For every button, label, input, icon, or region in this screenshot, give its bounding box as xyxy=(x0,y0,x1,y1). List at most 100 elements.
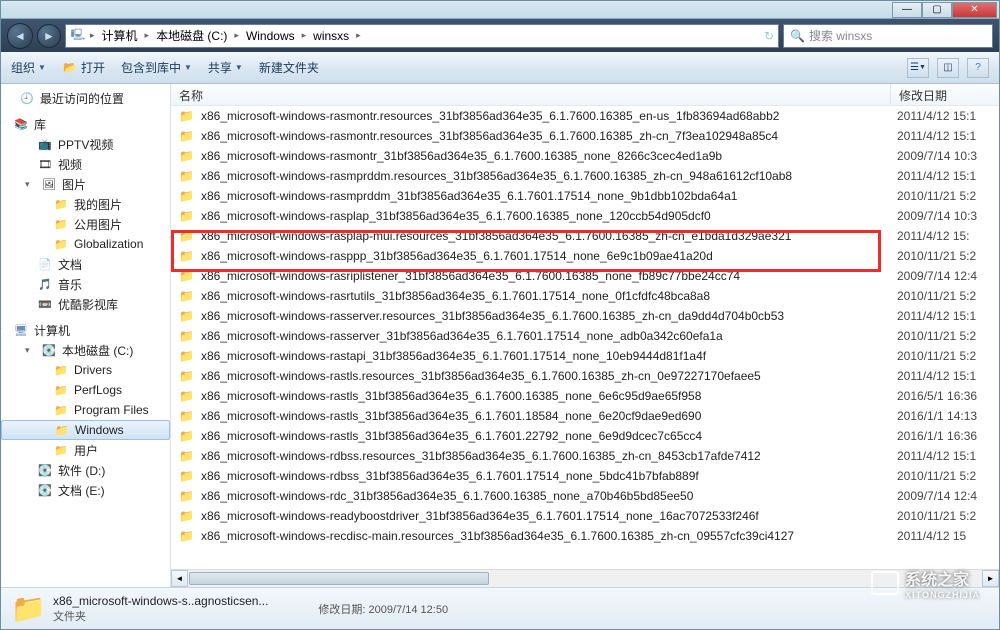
file-date: 2011/4/12 15:1 xyxy=(897,109,976,123)
nav-recent[interactable]: 🕘最近访问的位置 xyxy=(1,88,170,108)
file-row[interactable]: 📁x86_microsoft-windows-rasmontr.resource… xyxy=(171,126,999,146)
crumb-winsxs[interactable]: winsxs xyxy=(310,29,352,43)
videos-icon: 🎞 xyxy=(37,157,53,171)
file-row[interactable]: 📁x86_microsoft-windows-rasplap-mui.resou… xyxy=(171,226,999,246)
search-input[interactable]: 🔍 搜索 winsxs xyxy=(783,24,993,48)
nav-drivers[interactable]: 📁Drivers xyxy=(1,360,170,380)
nav-forward-button[interactable]: ► xyxy=(37,24,61,48)
recent-icon: 🕘 xyxy=(19,91,35,105)
status-mod-label: 修改日期: xyxy=(318,604,365,616)
pptv-icon: 📺 xyxy=(37,137,53,151)
file-row[interactable]: 📁x86_microsoft-windows-rasriplistener_31… xyxy=(171,266,999,286)
file-date: 2011/4/12 15:1 xyxy=(897,449,976,463)
crumb-windows[interactable]: Windows xyxy=(243,29,298,43)
nav-music[interactable]: 🎵音乐 xyxy=(1,274,170,294)
toolbar-newfolder[interactable]: 新建文件夹 xyxy=(259,59,319,76)
file-row[interactable]: 📁x86_microsoft-windows-rdbss.resources_3… xyxy=(171,446,999,466)
file-row[interactable]: 📁x86_microsoft-windows-readyboostdriver_… xyxy=(171,506,999,526)
file-name: x86_microsoft-windows-readyboostdriver_3… xyxy=(201,509,897,523)
file-row[interactable]: 📁x86_microsoft-windows-rasmontr_31bf3856… xyxy=(171,146,999,166)
music-icon: 🎵 xyxy=(37,277,53,291)
file-row[interactable]: 📁x86_microsoft-windows-rastapi_31bf3856a… xyxy=(171,346,999,366)
folder-icon: 📁 xyxy=(179,329,195,343)
column-name[interactable]: 名称 xyxy=(171,84,891,105)
maximize-button[interactable]: ▢ xyxy=(922,2,952,18)
file-date: 2010/11/21 5:2 xyxy=(897,189,976,203)
file-row[interactable]: 📁x86_microsoft-windows-rastls.resources_… xyxy=(171,366,999,386)
folder-icon: 📁 xyxy=(179,369,195,383)
breadcrumb[interactable]: 🖳 ▸ 计算机 ▸ 本地磁盘 (C:) ▸ Windows ▸ winsxs ▸… xyxy=(65,24,779,48)
nav-users[interactable]: 📁用户 xyxy=(1,440,170,460)
titlebar: — ▢ ✕ xyxy=(1,1,999,19)
toolbar-include[interactable]: 包含到库中▼ xyxy=(121,59,192,76)
nav-videos[interactable]: 🎞视频 xyxy=(1,154,170,174)
folder-icon: 📁 xyxy=(53,217,69,231)
nav-public-pictures[interactable]: 📁公用图片 xyxy=(1,214,170,234)
file-row[interactable]: 📁x86_microsoft-windows-rasrtutils_31bf38… xyxy=(171,286,999,306)
folder-icon: 📁 xyxy=(179,269,195,283)
file-row[interactable]: 📁x86_microsoft-windows-rdc_31bf3856ad364… xyxy=(171,486,999,506)
disk-icon: 💽 xyxy=(41,343,57,357)
folder-icon: 📁 xyxy=(53,237,69,251)
nav-perflogs[interactable]: 📁PerfLogs xyxy=(1,380,170,400)
column-date[interactable]: 修改日期 xyxy=(891,84,999,105)
scroll-thumb[interactable] xyxy=(189,572,489,585)
file-row[interactable]: 📁x86_microsoft-windows-rastls_31bf3856ad… xyxy=(171,386,999,406)
nav-documents[interactable]: 📄文档 xyxy=(1,254,170,274)
file-name: x86_microsoft-windows-rdbss_31bf3856ad36… xyxy=(201,469,897,483)
minimize-button[interactable]: — xyxy=(892,2,922,18)
file-row[interactable]: 📁x86_microsoft-windows-rasserver.resourc… xyxy=(171,306,999,326)
close-button[interactable]: ✕ xyxy=(952,2,997,18)
refresh-icon[interactable]: ↻ xyxy=(764,29,774,43)
file-name: x86_microsoft-windows-rdbss.resources_31… xyxy=(201,449,897,463)
toolbar-open[interactable]: 📂打开 xyxy=(62,59,105,76)
nav-local-c[interactable]: ▾💽本地磁盘 (C:) xyxy=(1,340,170,360)
toolbar-share[interactable]: 共享▼ xyxy=(208,59,243,76)
nav-soft-d[interactable]: 💽软件 (D:) xyxy=(1,460,170,480)
nav-windows[interactable]: 📁Windows xyxy=(1,420,170,440)
nav-program-files[interactable]: 📁Program Files xyxy=(1,400,170,420)
documents-icon: 📄 xyxy=(37,257,53,271)
file-row[interactable]: 📁x86_microsoft-windows-rdbss_31bf3856ad3… xyxy=(171,466,999,486)
file-row[interactable]: 📁x86_microsoft-windows-rasppp_31bf3856ad… xyxy=(171,246,999,266)
pictures-icon: 🖼 xyxy=(41,177,57,191)
view-options-button[interactable]: ☰ ▼ xyxy=(907,58,929,78)
file-date: 2010/11/21 5:2 xyxy=(897,329,976,343)
search-icon: 🔍 xyxy=(790,29,805,43)
watermark-icon xyxy=(871,571,899,595)
crumb-local-c[interactable]: 本地磁盘 (C:) xyxy=(153,27,230,44)
nav-libraries[interactable]: ▾📚库 xyxy=(1,114,170,134)
preview-pane-button[interactable]: ◫ xyxy=(937,58,959,78)
status-selected-name: x86_microsoft-windows-s..agnosticsen... xyxy=(53,594,268,608)
crumb-computer[interactable]: 计算机 xyxy=(99,27,141,44)
file-name: x86_microsoft-windows-rasserver_31bf3856… xyxy=(201,329,897,343)
status-folder-icon: 📁 xyxy=(11,593,43,625)
computer-icon: 🖥 xyxy=(13,323,29,337)
help-button[interactable]: ? xyxy=(967,58,989,78)
nav-youku[interactable]: 📼优酷影视库 xyxy=(1,294,170,314)
file-row[interactable]: 📁x86_microsoft-windows-rasplap_31bf3856a… xyxy=(171,206,999,226)
file-row[interactable]: 📁 x86_microsoft-windows-rasserver_31bf385… xyxy=(171,326,999,346)
toolbar-organize[interactable]: 组织▼ xyxy=(11,59,46,76)
scroll-left-button[interactable]: ◄ xyxy=(171,570,188,587)
file-row[interactable]: 📁x86_microsoft-windows-rastls_31bf3856ad… xyxy=(171,406,999,426)
nav-computer[interactable]: ▾🖥计算机 xyxy=(1,320,170,340)
nav-docs-e[interactable]: 💽文档 (E:) xyxy=(1,480,170,500)
nav-back-button[interactable]: ◄ xyxy=(7,23,33,49)
nav-pptv[interactable]: 📺PPTV视频 xyxy=(1,134,170,154)
file-row[interactable]: 📁x86_microsoft-windows-rastls_31bf3856ad… xyxy=(171,426,999,446)
file-name: x86_microsoft-windows-rdc_31bf3856ad364e… xyxy=(201,489,897,503)
file-name: x86_microsoft-windows-rasplap-mui.resour… xyxy=(201,229,897,243)
file-row[interactable]: 📁x86_microsoft-windows-rasmontr.resource… xyxy=(171,106,999,126)
file-row[interactable]: 📁x86_microsoft-windows-rasmprddm_31bf385… xyxy=(171,186,999,206)
scroll-right-button[interactable]: ► xyxy=(982,570,999,587)
file-row[interactable]: 📁x86_microsoft-windows-rasmprddm.resourc… xyxy=(171,166,999,186)
file-row[interactable]: 📁x86_microsoft-windows-recdisc-main.reso… xyxy=(171,526,999,546)
search-placeholder: 搜索 winsxs xyxy=(809,27,872,44)
file-name: x86_microsoft-windows-recdisc-main.resou… xyxy=(201,529,897,543)
nav-pictures[interactable]: ▾🖼图片 xyxy=(1,174,170,194)
nav-globalization[interactable]: 📁Globalization xyxy=(1,234,170,254)
nav-my-pictures[interactable]: 📁我的图片 xyxy=(1,194,170,214)
file-rows: 📁x86_microsoft-windows-rasmontr.resource… xyxy=(171,106,999,569)
file-date: 2011/4/12 15 xyxy=(897,529,966,543)
